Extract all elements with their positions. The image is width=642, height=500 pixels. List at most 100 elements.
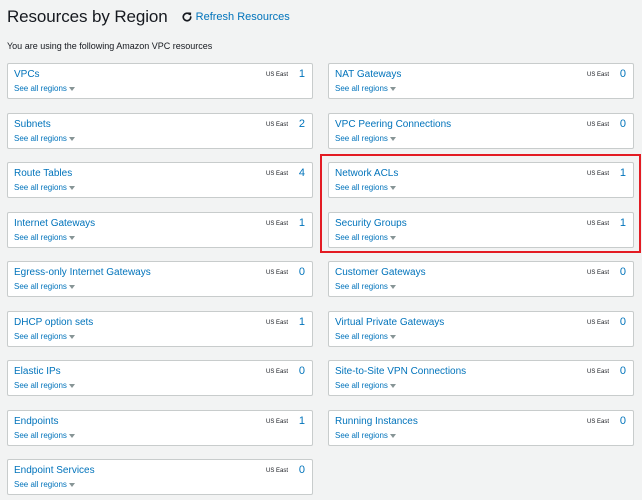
region-label: US East [265, 221, 288, 227]
caret-down-icon [389, 136, 396, 141]
region-label: US East [586, 369, 609, 375]
resource-count[interactable]: 0 [620, 415, 626, 427]
see-all-regions-dropdown[interactable]: See all regions [335, 134, 396, 143]
resource-card-customer-gateways: Customer Gateways See all regions US East 0 [328, 261, 634, 297]
see-all-regions-label: See all regions [335, 134, 388, 143]
region-label: US East [586, 270, 609, 276]
resource-link-elastic-ips[interactable]: Elastic IPs [14, 366, 61, 377]
resource-link-running-instances[interactable]: Running Instances [335, 416, 418, 427]
region-label: US East [265, 320, 288, 326]
see-all-regions-label: See all regions [14, 84, 67, 93]
header: Resources by Region Refresh Resources [7, 7, 290, 27]
see-all-regions-dropdown[interactable]: See all regions [335, 381, 396, 390]
see-all-regions-dropdown[interactable]: See all regions [335, 282, 396, 291]
resource-link-egress-only-internet-gateways[interactable]: Egress-only Internet Gateways [14, 267, 151, 278]
resource-link-endpoint-services[interactable]: Endpoint Services [14, 465, 95, 476]
resource-count[interactable]: 2 [299, 118, 305, 130]
resources-page: Resources by Region Refresh Resources Yo… [0, 0, 642, 500]
see-all-regions-label: See all regions [14, 431, 67, 440]
resource-link-vpc-peering-connections[interactable]: VPC Peering Connections [335, 119, 451, 130]
resource-count[interactable]: 1 [299, 217, 305, 229]
caret-down-icon [68, 334, 75, 339]
resource-count[interactable]: 0 [299, 464, 305, 476]
see-all-regions-label: See all regions [335, 431, 388, 440]
see-all-regions-label: See all regions [14, 183, 67, 192]
caret-down-icon [389, 334, 396, 339]
resource-card-running-instances: Running Instances See all regions US East 0 [328, 410, 634, 446]
see-all-regions-dropdown[interactable]: See all regions [335, 183, 396, 192]
see-all-regions-label: See all regions [14, 381, 67, 390]
see-all-regions-label: See all regions [335, 183, 388, 192]
see-all-regions-label: See all regions [335, 233, 388, 242]
resource-card-nat-gateways: NAT Gateways See all regions US East 0 [328, 63, 634, 99]
resource-link-subnets[interactable]: Subnets [14, 119, 51, 130]
see-all-regions-dropdown[interactable]: See all regions [14, 381, 75, 390]
resource-link-virtual-private-gateways[interactable]: Virtual Private Gateways [335, 317, 444, 328]
see-all-regions-label: See all regions [14, 233, 67, 242]
refresh-resources-button[interactable]: Refresh Resources [181, 11, 290, 23]
see-all-regions-label: See all regions [14, 282, 67, 291]
see-all-regions-label: See all regions [14, 332, 67, 341]
resource-count[interactable]: 0 [620, 316, 626, 328]
resource-count[interactable]: 0 [620, 365, 626, 377]
resource-count[interactable]: 1 [620, 167, 626, 179]
refresh-icon [182, 12, 192, 22]
refresh-resources-label[interactable]: Refresh Resources [196, 11, 290, 23]
see-all-regions-dropdown[interactable]: See all regions [335, 233, 396, 242]
resource-card-subnets: Subnets See all regions US East 2 [7, 113, 313, 149]
see-all-regions-dropdown[interactable]: See all regions [335, 431, 396, 440]
resource-count[interactable]: 0 [620, 266, 626, 278]
caret-down-icon [68, 383, 75, 388]
caret-down-icon [68, 482, 75, 487]
resource-link-security-groups[interactable]: Security Groups [335, 218, 407, 229]
resource-card-endpoint-services: Endpoint Services See all regions US East 0 [7, 459, 313, 495]
resource-count[interactable]: 4 [299, 167, 305, 179]
see-all-regions-dropdown[interactable]: See all regions [14, 84, 75, 93]
resource-link-network-acls[interactable]: Network ACLs [335, 168, 398, 179]
region-label: US East [586, 122, 609, 128]
resource-link-vpcs[interactable]: VPCs [14, 69, 40, 80]
see-all-regions-dropdown[interactable]: See all regions [14, 134, 75, 143]
resource-count[interactable]: 0 [620, 68, 626, 80]
see-all-regions-dropdown[interactable]: See all regions [14, 233, 75, 242]
see-all-regions-dropdown[interactable]: See all regions [14, 480, 75, 489]
caret-down-icon [68, 433, 75, 438]
see-all-regions-dropdown[interactable]: See all regions [14, 431, 75, 440]
see-all-regions-label: See all regions [14, 480, 67, 489]
resource-link-endpoints[interactable]: Endpoints [14, 416, 58, 427]
resource-link-route-tables[interactable]: Route Tables [14, 168, 72, 179]
page-title: Resources by Region [7, 7, 168, 26]
caret-down-icon [389, 235, 396, 240]
resource-count[interactable]: 0 [299, 266, 305, 278]
region-label: US East [265, 468, 288, 474]
see-all-regions-dropdown[interactable]: See all regions [335, 84, 396, 93]
resource-card-egress-only-internet-gateways: Egress-only Internet Gateways See all reg… [7, 261, 313, 297]
resource-count[interactable]: 0 [299, 365, 305, 377]
resource-count[interactable]: 0 [620, 118, 626, 130]
resource-link-dhcp-option-sets[interactable]: DHCP option sets [14, 317, 93, 328]
see-all-regions-label: See all regions [335, 84, 388, 93]
resource-link-nat-gateways[interactable]: NAT Gateways [335, 69, 401, 80]
resource-count[interactable]: 1 [620, 217, 626, 229]
see-all-regions-dropdown[interactable]: See all regions [14, 332, 75, 341]
see-all-regions-label: See all regions [335, 332, 388, 341]
resource-card-dhcp-option-sets: DHCP option sets See all regions US East 1 [7, 311, 313, 347]
vpc-resources-subtitle: You are using the following Amazon VPC r… [7, 41, 213, 51]
region-label: US East [586, 320, 609, 326]
see-all-regions-dropdown[interactable]: See all regions [335, 332, 396, 341]
resource-card-security-groups: Security Groups See all regions US East 1 [328, 212, 634, 248]
resource-link-site-to-site-vpn-connections[interactable]: Site-to-Site VPN Connections [335, 366, 466, 377]
resource-count[interactable]: 1 [299, 415, 305, 427]
caret-down-icon [68, 185, 75, 190]
resource-link-customer-gateways[interactable]: Customer Gateways [335, 267, 426, 278]
region-label: US East [586, 419, 609, 425]
see-all-regions-dropdown[interactable]: See all regions [14, 183, 75, 192]
resource-count[interactable]: 1 [299, 68, 305, 80]
region-label: US East [265, 171, 288, 177]
see-all-regions-dropdown[interactable]: See all regions [14, 282, 75, 291]
region-label: US East [586, 171, 609, 177]
resource-link-internet-gateways[interactable]: Internet Gateways [14, 218, 95, 229]
resource-count[interactable]: 1 [299, 316, 305, 328]
region-label: US East [265, 270, 288, 276]
caret-down-icon [389, 433, 396, 438]
